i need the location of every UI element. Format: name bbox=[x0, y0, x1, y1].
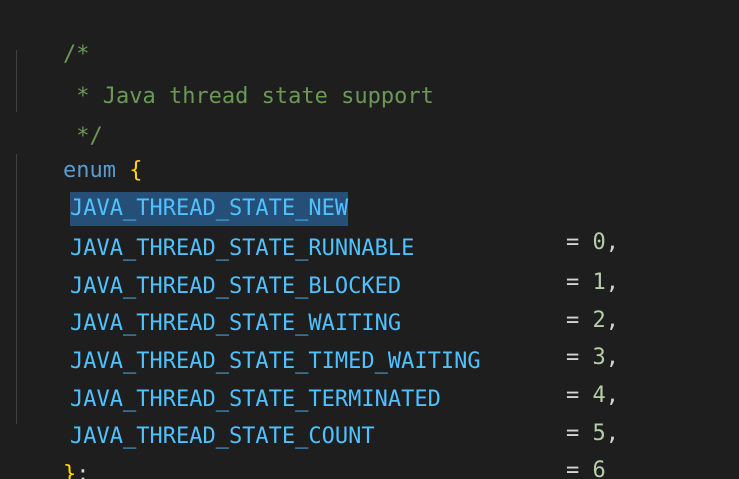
enum-value: = 3, bbox=[566, 345, 619, 370]
enum-value: = 6 bbox=[566, 458, 606, 479]
enum-value: = 5, bbox=[566, 421, 619, 446]
enum-member-name: JAVA_THREAD_STATE_COUNT bbox=[70, 424, 375, 449]
semicolon: ; bbox=[76, 462, 90, 479]
code-line-4[interactable]: enum { bbox=[10, 120, 142, 183]
comment-text: * Java thread state support bbox=[62, 84, 434, 109]
enum-member-line[interactable]: JAVA_THREAD_STATE_NEW = 0, bbox=[10, 158, 619, 255]
enum-member-name: JAVA_THREAD_STATE_WAITING bbox=[70, 311, 402, 336]
code-line-3[interactable]: */ bbox=[10, 86, 103, 149]
enum-value: = 0, bbox=[566, 230, 619, 255]
enum-value: = 2, bbox=[566, 308, 619, 333]
enum-member-name: JAVA_THREAD_STATE_NEW bbox=[70, 192, 349, 226]
enum-member-line[interactable]: JAVA_THREAD_STATE_WAITING = 3, bbox=[10, 273, 619, 370]
enum-member-line[interactable]: JAVA_THREAD_STATE_TIMED_WAITING = 4, bbox=[10, 311, 619, 408]
enum-member-line[interactable]: JAVA_THREAD_STATE_TERMINATED = 5, bbox=[10, 349, 619, 446]
enum-keyword: enum bbox=[62, 158, 116, 183]
enum-member-name: JAVA_THREAD_STATE_BLOCKED bbox=[70, 274, 402, 299]
open-brace: { bbox=[129, 158, 143, 183]
enum-member-name: JAVA_THREAD_STATE_RUNNABLE bbox=[70, 236, 415, 261]
code-line-close[interactable]: }; bbox=[10, 424, 90, 479]
code-editor[interactable]: /* * Java thread state support */ enum {… bbox=[0, 0, 739, 479]
enum-value: = 1, bbox=[566, 270, 619, 295]
code-line-2[interactable]: * Java thread state support bbox=[10, 46, 434, 109]
code-line-1[interactable]: /* bbox=[10, 4, 90, 67]
enum-member-name: JAVA_THREAD_STATE_TERMINATED bbox=[70, 387, 441, 412]
enum-member-line[interactable]: JAVA_THREAD_STATE_BLOCKED = 2, bbox=[10, 236, 619, 333]
enum-member-name: JAVA_THREAD_STATE_TIMED_WAITING bbox=[70, 349, 481, 374]
close-brace: } bbox=[62, 462, 77, 479]
enum-member-line[interactable]: JAVA_THREAD_STATE_COUNT = 6 bbox=[10, 386, 606, 479]
enum-value: = 4, bbox=[566, 383, 619, 408]
enum-member-line[interactable]: JAVA_THREAD_STATE_RUNNABLE = 1, bbox=[10, 198, 619, 295]
